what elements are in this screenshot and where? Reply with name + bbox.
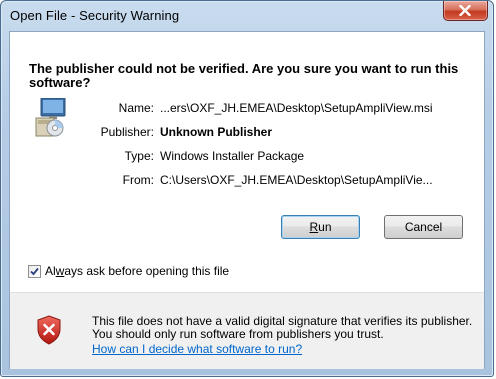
main-panel: The publisher could not be verified. Are…	[10, 32, 484, 270]
close-icon	[459, 5, 471, 16]
run-button-label: un	[318, 220, 332, 234]
always-ask-label: Always ask before opening this file	[45, 264, 229, 278]
cancel-button[interactable]: Cancel	[384, 215, 463, 239]
window-title: Open File - Security Warning	[10, 8, 180, 23]
from-label: From:	[122, 173, 154, 187]
type-label: Type:	[124, 149, 154, 163]
type-value: Windows Installer Package	[160, 149, 305, 163]
checkmark-icon	[30, 267, 39, 276]
always-ask-label-pre: Al	[45, 264, 56, 278]
warning-footer: This file does not have a valid digital …	[10, 292, 484, 369]
close-button[interactable]	[443, 1, 488, 21]
warning-headline: The publisher could not be verified. Are…	[29, 61, 459, 90]
security-shield-x-icon	[37, 315, 61, 345]
cancel-button-label: Cancel	[404, 220, 443, 234]
security-warning-dialog: Open File - Security Warning The publish…	[0, 0, 494, 377]
run-button[interactable]: Run	[281, 215, 360, 239]
help-link[interactable]: How can I decide what software to run?	[92, 342, 302, 356]
name-value: ...ers\OXF_JH.EMEA\Desktop\SetupAmpliVie…	[160, 101, 433, 115]
warning-footer-text: This file does not have a valid digital …	[92, 314, 473, 341]
title-bar[interactable]: Open File - Security Warning	[1, 1, 493, 29]
publisher-value: Unknown Publisher	[160, 125, 273, 139]
always-ask-checkbox[interactable]	[28, 265, 41, 278]
run-button-mnemonic: R	[309, 220, 319, 234]
always-ask-label-post: ays ask before opening this file	[64, 264, 230, 278]
from-value: C:\Users\OXF_JH.EMEA\Desktop\SetupAmpliV…	[160, 173, 433, 187]
name-label: Name:	[118, 101, 154, 115]
publisher-label: Publisher:	[100, 125, 154, 139]
dialog-body: The publisher could not be verified. Are…	[9, 31, 485, 369]
windows-installer-icon	[35, 98, 66, 137]
